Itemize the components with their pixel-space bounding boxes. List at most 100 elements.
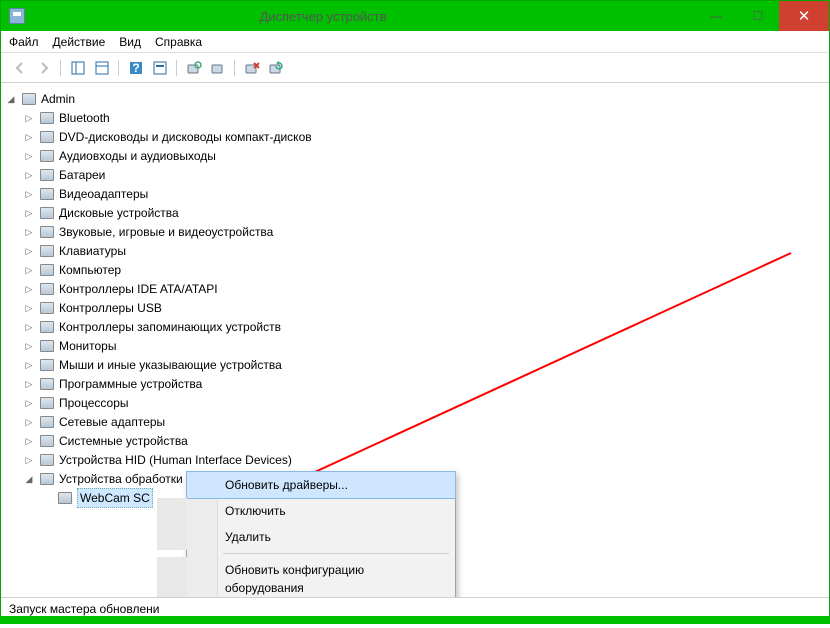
separator [176, 59, 178, 77]
expand-icon[interactable]: ▷ [23, 166, 35, 184]
menu-action[interactable]: Действие [53, 35, 106, 49]
expand-icon[interactable]: ▷ [23, 280, 35, 298]
help-button[interactable]: ? [125, 57, 147, 79]
tree-item[interactable]: ▷ Видеоадаптеры [23, 184, 825, 203]
tree-item[interactable]: ▷ Клавиатуры [23, 241, 825, 260]
toolbar-button[interactable] [149, 57, 171, 79]
tree-item[interactable]: ▷ Мониторы [23, 336, 825, 355]
tree-item-label: Звуковые, игровые и видеоустройства [59, 223, 273, 241]
context-menu-update-drivers[interactable]: Обновить драйверы... [186, 471, 456, 499]
tree-item-label: Bluetooth [59, 109, 110, 127]
expand-icon[interactable]: ▷ [23, 432, 35, 450]
tree-root[interactable]: ◢ Admin [5, 89, 825, 108]
collapse-icon[interactable]: ◢ [23, 470, 35, 488]
tree-item[interactable]: ▷Контроллеры USB [23, 298, 825, 317]
toolbar-button[interactable] [207, 57, 229, 79]
tree-item[interactable]: ▷DVD-дисководы и дисководы компакт-диско… [23, 127, 825, 146]
tree-item[interactable]: ▷Компьютер [23, 260, 825, 279]
expand-icon[interactable]: ▷ [23, 375, 35, 393]
expand-icon[interactable]: ▷ [23, 185, 35, 203]
context-menu-disable[interactable]: Отключить [157, 498, 455, 524]
expand-icon[interactable]: ▷ [23, 451, 35, 469]
tree-item-label: Сетевые адаптеры [59, 413, 165, 431]
svg-text:?: ? [132, 61, 139, 75]
properties-button[interactable] [91, 57, 113, 79]
tree-item[interactable]: ▷Системные устройства [23, 431, 825, 450]
show-hide-tree-button[interactable] [67, 57, 89, 79]
tree-item-label: Аудиовходы и аудиовыходы [59, 147, 216, 165]
update-driver-button[interactable] [265, 57, 287, 79]
tree-item[interactable]: ▷ Программные устройства [23, 374, 825, 393]
device-category-icon [57, 490, 73, 506]
tree-item-label: Клавиатуры [59, 242, 126, 260]
device-category-icon [39, 300, 55, 316]
minimize-button[interactable]: — [695, 1, 737, 31]
device-category-icon [39, 395, 55, 411]
tree-item[interactable]: ▷Контроллеры запоминающих устройств [23, 317, 825, 336]
separator [223, 553, 449, 554]
expand-icon[interactable]: ▷ [23, 128, 35, 146]
maximize-button[interactable]: ☐ [737, 1, 779, 31]
menu-view[interactable]: Вид [119, 35, 141, 49]
context-menu: Обновить драйверы... Отключить Удалить О… [186, 471, 456, 597]
menubar: Файл Действие Вид Справка [1, 31, 829, 53]
tree-item[interactable]: ▷ Батареи [23, 165, 825, 184]
tree-item[interactable]: ▷ Сетевые адаптеры [23, 412, 825, 431]
tree-item-label: Батареи [59, 166, 105, 184]
device-category-icon [39, 243, 55, 259]
forward-button[interactable] [33, 57, 55, 79]
expand-icon[interactable]: ▷ [23, 204, 35, 222]
expand-icon[interactable]: ▷ [23, 394, 35, 412]
collapse-icon[interactable]: ◢ [5, 90, 17, 108]
tree-item[interactable]: ▷Мыши и иные указывающие устройства [23, 355, 825, 374]
device-manager-window: Диспетчер устройств — ☐ ✕ Файл Действие … [0, 0, 830, 620]
expand-icon[interactable]: ▷ [23, 337, 35, 355]
expand-icon[interactable]: ▷ [23, 223, 35, 241]
tree-item[interactable]: ▷ Устройства HID (Human Interface Devices… [23, 450, 825, 469]
separator [60, 59, 62, 77]
menu-help[interactable]: Справка [155, 35, 202, 49]
context-menu-rescan[interactable]: Обновить конфигурацию оборудования [157, 557, 455, 597]
tree-item[interactable]: ▷ Дисковые устройства [23, 203, 825, 222]
device-category-icon [39, 357, 55, 373]
uninstall-button[interactable] [241, 57, 263, 79]
expand-icon[interactable]: ▷ [23, 109, 35, 127]
tree-item[interactable]: ▷Контроллеры IDE ATA/ATAPI [23, 279, 825, 298]
tree-item-label: Дисковые устройства [59, 204, 179, 222]
root-label: Admin [41, 90, 75, 108]
device-tree-area[interactable]: ◢ Admin ▷ Bluetooth▷DVD-дисководы и диско… [1, 83, 829, 597]
app-icon [9, 8, 25, 24]
scan-hardware-button[interactable] [183, 57, 205, 79]
tree-item[interactable]: ▷Процессоры [23, 393, 825, 412]
expand-icon[interactable]: ▷ [23, 261, 35, 279]
expand-icon[interactable]: ▷ [23, 299, 35, 317]
context-menu-remove[interactable]: Удалить [157, 524, 455, 550]
device-category-icon [39, 224, 55, 240]
tree-item[interactable]: ▷ Аудиовходы и аудиовыходы [23, 146, 825, 165]
tree-item-label: Программные устройства [59, 375, 202, 393]
tree-item-label: Видеоадаптеры [59, 185, 148, 203]
device-category-icon [39, 471, 55, 487]
device-category-icon [39, 205, 55, 221]
close-button[interactable]: ✕ [779, 1, 829, 31]
tree-item[interactable]: ▷ Bluetooth [23, 108, 825, 127]
expand-icon[interactable]: ▷ [23, 413, 35, 431]
expand-icon[interactable]: ▷ [23, 147, 35, 165]
titlebar[interactable]: Диспетчер устройств — ☐ ✕ [1, 1, 829, 31]
device-category-icon [39, 186, 55, 202]
separator [234, 59, 236, 77]
device-category-icon [39, 414, 55, 430]
expand-icon[interactable]: ▷ [23, 318, 35, 336]
device-category-icon [39, 452, 55, 468]
computer-icon [21, 91, 37, 107]
device-category-icon [39, 376, 55, 392]
tree-item-label: Устройства HID (Human Interface Devices) [59, 451, 292, 469]
expand-icon[interactable]: ▷ [23, 356, 35, 374]
tree-item[interactable]: ▷ Звуковые, игровые и видеоустройства [23, 222, 825, 241]
tree-item-label: Мониторы [59, 337, 116, 355]
window-controls: — ☐ ✕ [695, 1, 829, 31]
expand-icon[interactable]: ▷ [23, 242, 35, 260]
device-category-icon [39, 110, 55, 126]
menu-file[interactable]: Файл [9, 35, 39, 49]
back-button[interactable] [9, 57, 31, 79]
